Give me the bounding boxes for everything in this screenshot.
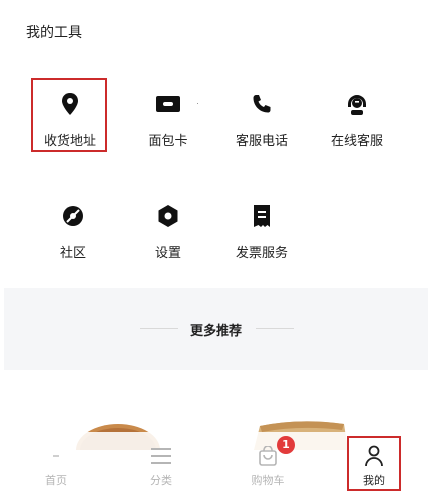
- tool-label: 发票服务: [235, 246, 288, 261]
- phone-icon: [250, 92, 274, 116]
- tab-cart[interactable]: 购物车 1: [228, 432, 308, 492]
- tool-community[interactable]: 社区: [28, 204, 118, 274]
- headset-icon: [345, 92, 369, 116]
- tool-label: 在线客服: [330, 134, 383, 149]
- tool-bread-card[interactable]: 面包卡: [123, 92, 213, 162]
- tool-online-service[interactable]: 在线客服: [312, 92, 402, 162]
- tool-label: 设置: [154, 246, 181, 261]
- invoice-icon: [250, 204, 274, 228]
- tool-invoice[interactable]: 发票服务: [217, 204, 307, 274]
- more-recommend-section: 更多推荐: [4, 288, 428, 370]
- community-icon: [61, 204, 85, 228]
- cart-badge: 1: [277, 436, 295, 454]
- highlight-box: [347, 436, 401, 491]
- card-icon: [156, 92, 180, 116]
- divider-dot: [197, 103, 198, 104]
- tool-label: 社区: [59, 246, 86, 261]
- tab-label: 购物车: [251, 474, 285, 487]
- tab-category[interactable]: 分类: [121, 432, 201, 492]
- more-recommend-title: 更多推荐: [189, 324, 242, 339]
- tab-label: 分类: [150, 474, 172, 487]
- settings-icon: [156, 204, 180, 228]
- home-icon: [44, 444, 68, 468]
- tool-label: 客服电话: [235, 134, 288, 149]
- tool-service-phone[interactable]: 客服电话: [217, 92, 307, 162]
- divider: [256, 328, 294, 329]
- tab-label: 首页: [45, 474, 67, 487]
- highlight-box: [31, 78, 107, 152]
- tab-home[interactable]: 首页: [16, 432, 96, 492]
- menu-icon: [149, 444, 173, 468]
- tool-label: 面包卡: [148, 134, 188, 149]
- tool-settings[interactable]: 设置: [123, 204, 213, 274]
- section-title: 我的工具: [26, 25, 82, 41]
